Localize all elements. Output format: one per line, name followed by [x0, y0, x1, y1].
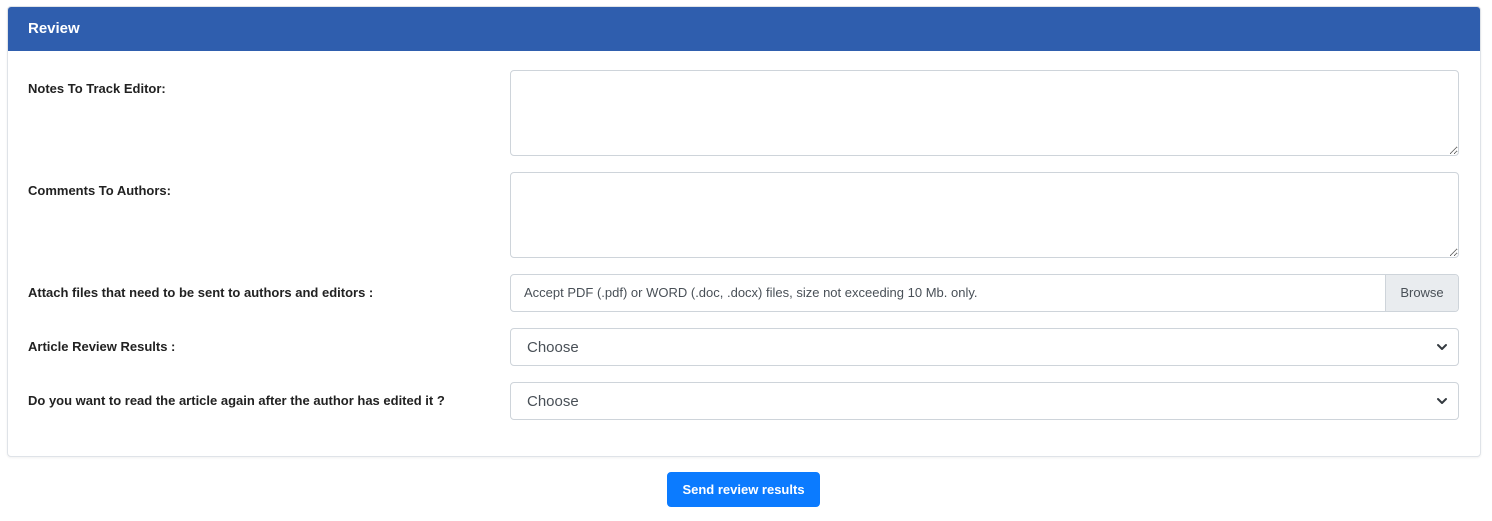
reread-select[interactable]: Choose — [510, 382, 1459, 420]
card-title: Review — [28, 20, 80, 37]
result-label: Article Review Results : — [28, 339, 176, 354]
notes-label: Notes To Track Editor: — [28, 81, 166, 96]
result-select[interactable]: Choose — [510, 328, 1459, 366]
reread-select-value: Choose — [527, 393, 579, 410]
comments-label: Comments To Authors: — [28, 183, 171, 198]
file-input[interactable]: Accept PDF (.pdf) or WORD (.doc, .docx) … — [510, 274, 1459, 312]
comments-textarea[interactable] — [510, 172, 1459, 258]
notes-textarea[interactable] — [510, 70, 1459, 156]
file-placeholder: Accept PDF (.pdf) or WORD (.doc, .docx) … — [524, 285, 978, 300]
attach-label: Attach files that need to be sent to aut… — [28, 285, 374, 300]
reread-label: Do you want to read the article again af… — [28, 393, 445, 408]
review-card: Review Notes To Track Editor: Comments T… — [7, 6, 1481, 457]
send-review-button[interactable]: Send review results — [667, 472, 820, 507]
result-select-value: Choose — [527, 339, 579, 356]
browse-button[interactable]: Browse — [1385, 275, 1458, 311]
card-header: Review — [8, 7, 1480, 51]
chevron-down-icon — [1437, 398, 1447, 404]
chevron-down-icon — [1437, 344, 1447, 350]
